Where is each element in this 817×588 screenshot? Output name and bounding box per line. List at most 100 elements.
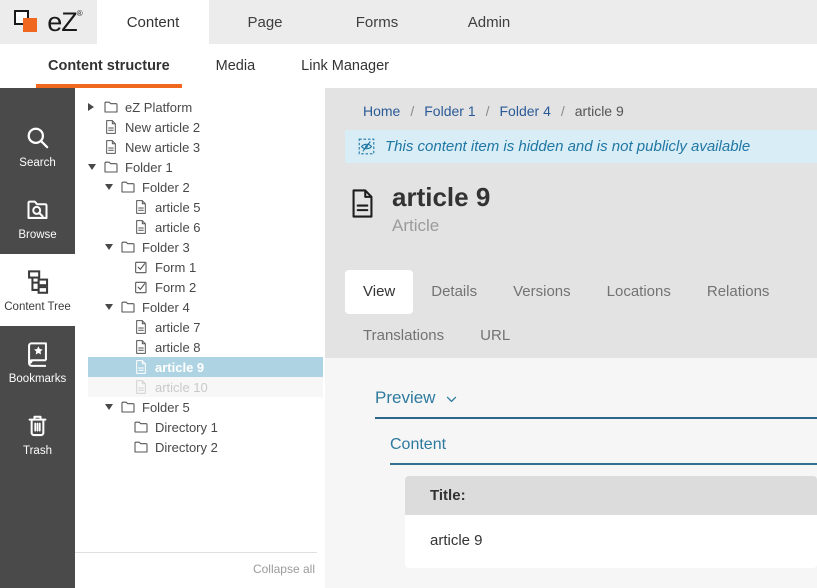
expand-arrow-expanded[interactable] xyxy=(105,304,120,310)
tree-item-label: Form 2 xyxy=(155,280,196,295)
sidebar-item-content-tree[interactable]: Content Tree xyxy=(0,254,75,326)
preview-section-divider xyxy=(375,417,817,419)
tree-item-label: article 6 xyxy=(155,220,201,235)
view-tab-panel: Preview Content Title: article 9 xyxy=(325,358,817,588)
nav-tab-page-label: Page xyxy=(247,14,282,31)
content-fields-section: Content Title: article 9 xyxy=(390,436,817,568)
nav-tab-admin[interactable]: Admin xyxy=(433,0,545,44)
nav-tab-page[interactable]: Page xyxy=(209,0,321,44)
content-tab-bar: View Details Versions Locations Relation… xyxy=(345,270,815,358)
hidden-content-notice-text: This content item is hidden and is not p… xyxy=(385,138,750,155)
sidebar-item-search-label: Search xyxy=(19,157,55,169)
breadcrumb-separator: / xyxy=(410,103,414,119)
tree-item-folder-5[interactable]: Folder 5 xyxy=(88,397,323,417)
tree-item-form-2[interactable]: Form 2 xyxy=(88,277,323,297)
article-icon xyxy=(133,339,149,355)
hidden-content-notice: This content item is hidden and is not p… xyxy=(345,130,817,163)
tree-item-directory-2[interactable]: Directory 2 xyxy=(88,437,323,457)
tree-item-article-9-selected[interactable]: article 9 xyxy=(88,357,323,377)
sidebar-item-search[interactable]: Search xyxy=(0,110,75,182)
hidden-eye-icon xyxy=(357,137,376,156)
breadcrumb: Home / Folder 1 / Folder 4 / article 9 xyxy=(325,88,817,119)
tab-translations[interactable]: Translations xyxy=(345,314,462,358)
nav-tab-content[interactable]: Content xyxy=(97,0,209,44)
tree-item-article-6[interactable]: article 6 xyxy=(88,217,323,237)
breadcrumb-folder-4-link[interactable]: Folder 4 xyxy=(500,103,551,119)
tree-item-new-article-3[interactable]: New article 3 xyxy=(88,137,323,157)
article-type-icon xyxy=(346,183,379,224)
tree-item-folder-2[interactable]: Folder 2 xyxy=(88,177,323,197)
tree-item-article-8[interactable]: article 8 xyxy=(88,337,323,357)
subnav-link-manager-label: Link Manager xyxy=(301,58,389,74)
tree-item-label: Form 1 xyxy=(155,260,196,275)
sidebar-item-browse[interactable]: Browse xyxy=(0,182,75,254)
folder-icon xyxy=(103,159,119,175)
expand-arrow-expanded[interactable] xyxy=(88,164,103,170)
tree-item-label: eZ Platform xyxy=(125,100,192,115)
tree-item-form-1[interactable]: Form 1 xyxy=(88,257,323,277)
tree-item-label: article 10 xyxy=(155,380,208,395)
left-sidebar: Search Browse Content Tree Bookmarks Tra… xyxy=(0,88,75,588)
folder-icon xyxy=(133,439,149,455)
tree-item-label: Folder 4 xyxy=(142,300,190,315)
tree-item-folder-4[interactable]: Folder 4 xyxy=(88,297,323,317)
content-main: Home / Folder 1 / Folder 4 / article 9 T… xyxy=(325,88,817,588)
ez-logo-mark xyxy=(14,7,42,37)
tab-versions[interactable]: Versions xyxy=(495,270,589,314)
tree-item-directory-1[interactable]: Directory 1 xyxy=(88,417,323,437)
preview-section-toggle[interactable]: Preview xyxy=(375,388,817,408)
tree-item-article-7[interactable]: article 7 xyxy=(88,317,323,337)
browse-icon xyxy=(24,196,51,223)
tree-item-label: article 5 xyxy=(155,200,201,215)
sidebar-item-bookmarks-label: Bookmarks xyxy=(9,373,67,385)
tree-item-label: Folder 2 xyxy=(142,180,190,195)
expand-arrow-expanded[interactable] xyxy=(105,404,120,410)
subnav-content-structure-label: Content structure xyxy=(48,58,170,74)
content-title-block: article 9 Article xyxy=(346,183,817,236)
tree-item-folder-3[interactable]: Folder 3 xyxy=(88,237,323,257)
tab-url[interactable]: URL xyxy=(462,314,528,358)
tree-item-article-10-hidden[interactable]: article 10 xyxy=(88,377,323,397)
folder-icon xyxy=(120,179,136,195)
breadcrumb-separator: / xyxy=(486,103,490,119)
tree-item-label: Directory 2 xyxy=(155,440,218,455)
collapse-all-link[interactable]: Collapse all xyxy=(253,562,315,576)
tree-item-label: Folder 1 xyxy=(125,160,173,175)
search-icon xyxy=(24,124,51,151)
ez-logo-registered-mark: ® xyxy=(77,9,83,18)
sidebar-item-trash[interactable]: Trash xyxy=(0,398,75,470)
subnav-link-manager[interactable]: Link Manager xyxy=(301,44,389,88)
tree-item-label: Folder 3 xyxy=(142,240,190,255)
tree-item-label: article 8 xyxy=(155,340,201,355)
tree-item-new-article-2[interactable]: New article 2 xyxy=(88,117,323,137)
tab-view[interactable]: View xyxy=(345,270,413,314)
main-nav: Content Page Forms Admin xyxy=(97,0,817,44)
breadcrumb-folder-1-link[interactable]: Folder 1 xyxy=(424,103,475,119)
preview-section-label: Preview xyxy=(375,388,435,408)
tab-locations[interactable]: Locations xyxy=(589,270,689,314)
ez-logo[interactable]: eZ ® xyxy=(0,0,97,44)
expand-arrow-expanded[interactable] xyxy=(105,184,120,190)
nav-tab-forms[interactable]: Forms xyxy=(321,0,433,44)
chevron-down-icon xyxy=(444,392,459,407)
top-bar: eZ ® Content Page Forms Admin xyxy=(0,0,817,44)
nav-tab-content-label: Content xyxy=(127,14,180,31)
breadcrumb-home-link[interactable]: Home xyxy=(363,103,400,119)
tree-item-ez-platform[interactable]: eZ Platform xyxy=(88,97,323,117)
subnav-content-structure[interactable]: Content structure xyxy=(48,44,170,88)
folder-icon xyxy=(120,239,136,255)
tree-item-article-5[interactable]: article 5 xyxy=(88,197,323,217)
tree-item-folder-1[interactable]: Folder 1 xyxy=(88,157,323,177)
subnav-media[interactable]: Media xyxy=(216,44,256,88)
tree-item-label: New article 2 xyxy=(125,120,200,135)
expand-arrow-expanded[interactable] xyxy=(105,244,120,250)
folder-icon xyxy=(120,299,136,315)
content-tree-panel: eZ Platform New article 2 New article 3 … xyxy=(75,88,325,588)
tab-details[interactable]: Details xyxy=(413,270,495,314)
expand-arrow-collapsed[interactable] xyxy=(88,103,103,111)
breadcrumb-separator: / xyxy=(561,103,565,119)
form-icon xyxy=(133,259,149,275)
tab-relations[interactable]: Relations xyxy=(689,270,788,314)
sidebar-item-bookmarks[interactable]: Bookmarks xyxy=(0,326,75,398)
article-icon xyxy=(133,219,149,235)
